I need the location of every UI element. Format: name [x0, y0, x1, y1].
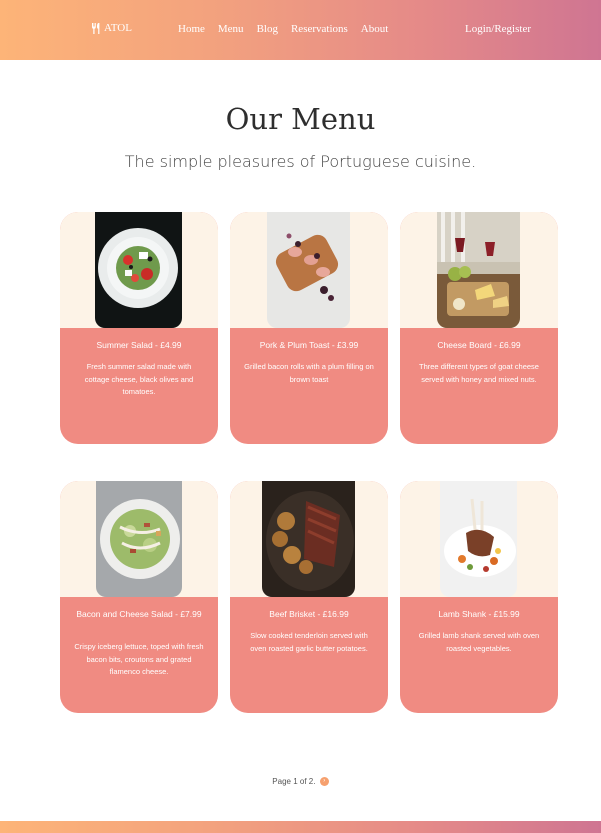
menu-item-name: Cheese Board - £6.99 — [437, 340, 521, 350]
summer-salad-image — [95, 212, 182, 328]
menu-item-name: Lamb Shank - £15.99 — [438, 609, 520, 619]
nav-home[interactable]: Home — [178, 23, 205, 35]
nav-blog[interactable]: Blog — [257, 23, 278, 35]
site-footer — [0, 821, 601, 833]
pork-plum-toast-image — [267, 212, 350, 328]
login-register-link[interactable]: Login/Register — [465, 23, 531, 35]
page-subtitle: The simple pleasures of Portuguese cuisi… — [124, 152, 477, 171]
menu-card[interactable]: Beef Brisket - £16.99 Slow cooked tender… — [230, 481, 388, 713]
menu-item-description: Slow cooked tenderloin served with oven … — [250, 631, 368, 653]
menu-item-description: Grilled lamb shank served with oven roas… — [418, 631, 540, 653]
cutlery-icon — [92, 22, 100, 34]
menu-card[interactable]: Cheese Board - £6.99 Three different typ… — [400, 212, 558, 444]
site-header: ATOL Home Menu Blog Reservations About L… — [0, 0, 601, 60]
logo-text: ATOL — [104, 22, 132, 34]
bacon-cheese-salad-image — [96, 481, 182, 597]
menu-item-name: Bacon and Cheese Salad - £7.99 — [76, 609, 202, 619]
lamb-shank-image — [440, 481, 517, 597]
menu-card[interactable]: Lamb Shank - £15.99 Grilled lamb shank s… — [400, 481, 558, 713]
logo[interactable]: ATOL — [91, 22, 132, 34]
page-title: Our Menu — [225, 102, 376, 136]
pagination-text: Page 1 of 2. — [272, 777, 316, 786]
nav-menu[interactable]: Menu — [218, 23, 244, 35]
menu-item-description: Three different types of goat cheese ser… — [419, 362, 539, 384]
nav-about[interactable]: About — [361, 23, 389, 35]
pagination: Page 1 of 2. › — [0, 777, 601, 787]
menu-card[interactable]: Summer Salad - £4.99 Fresh summer salad … — [60, 212, 218, 444]
menu-item-name: Pork & Plum Toast - £3.99 — [259, 340, 359, 350]
menu-item-name: Beef Brisket - £16.99 — [269, 609, 349, 619]
menu-item-description: Fresh summer salad made with cottage che… — [84, 362, 194, 396]
menu-item-name: Summer Salad - £4.99 — [96, 340, 182, 350]
main-nav: Home Menu Blog Reservations About — [178, 23, 388, 35]
beef-brisket-image — [262, 481, 355, 597]
menu-card[interactable]: Pork & Plum Toast - £3.99 Grilled bacon … — [230, 212, 388, 444]
menu-item-description: Crispy iceberg lettuce, toped with fresh… — [74, 642, 204, 676]
menu-card[interactable]: Bacon and Cheese Salad - £7.99 Crispy ic… — [60, 481, 218, 713]
menu-item-description: Grilled bacon rolls with a plum filling … — [244, 362, 374, 384]
cheese-board-image — [437, 212, 520, 328]
nav-reservations[interactable]: Reservations — [291, 23, 348, 35]
next-page-button[interactable]: › — [319, 777, 329, 787]
